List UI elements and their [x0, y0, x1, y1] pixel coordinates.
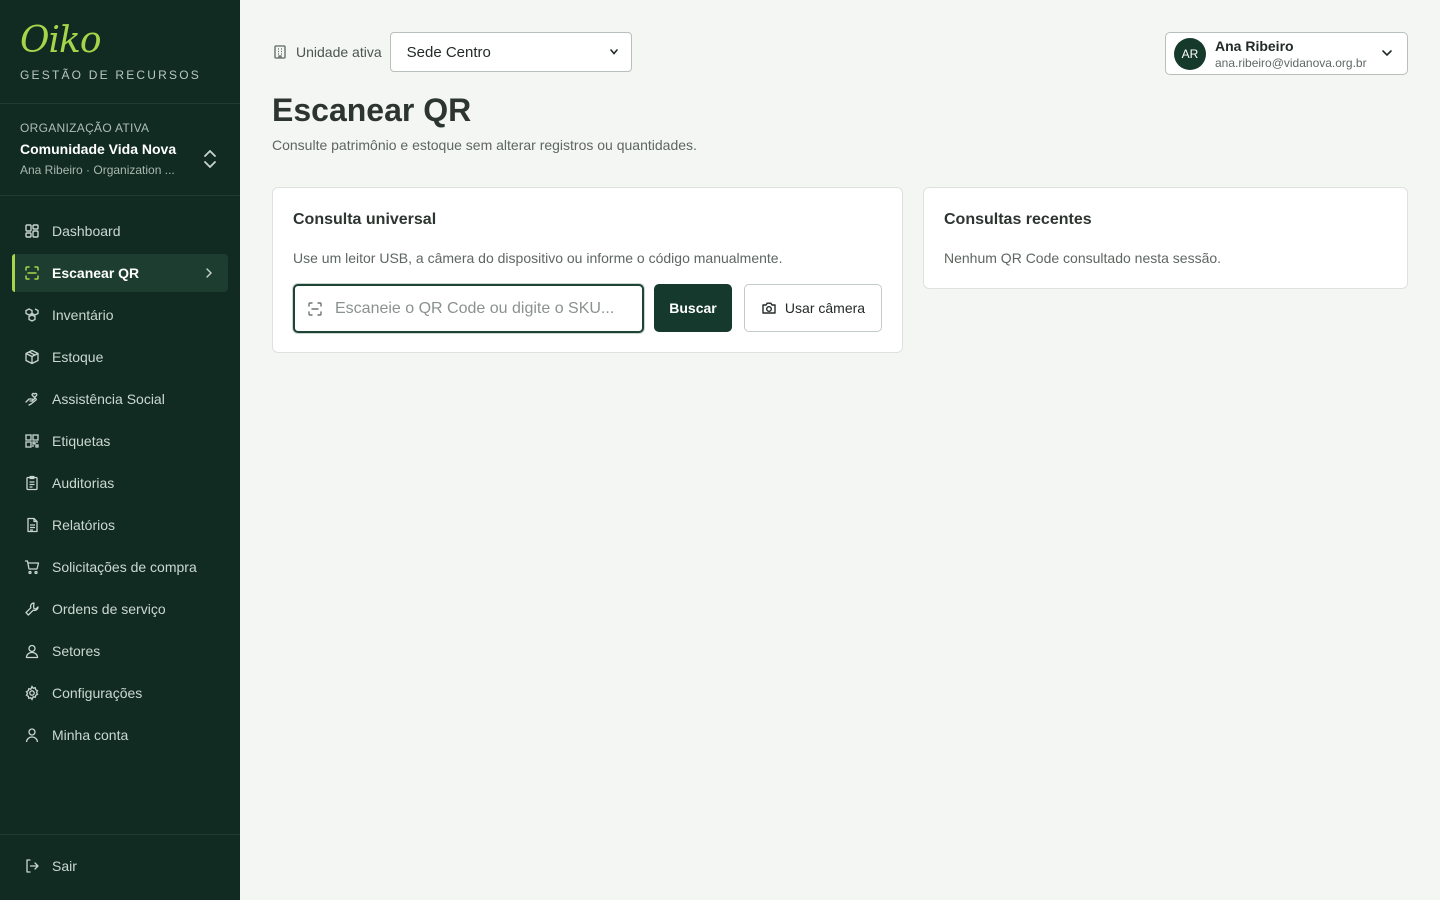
scan-input-wrapper[interactable]: [293, 284, 644, 333]
sidebar-item-escanear-qr[interactable]: Escanear QR: [12, 254, 228, 292]
lookup-card: Consulta universal Use um leitor USB, a …: [272, 187, 903, 353]
sidebar-item-assistencia-social[interactable]: Assistência Social: [12, 380, 228, 418]
unit-select-value: Sede Centro: [406, 43, 491, 61]
sidebar-item-label: Minha conta: [52, 727, 129, 743]
scan-icon: [24, 265, 40, 281]
recent-lookups-empty: Nenhum QR Code consultado nesta sessão.: [944, 250, 1222, 266]
lookup-card-title: Consulta universal: [293, 211, 437, 228]
use-camera-button[interactable]: Usar câmera: [744, 284, 882, 332]
sidebar-item-relatorios[interactable]: Relatórios: [12, 506, 228, 544]
brand: Oiko GESTÃO DE RECURSOS: [0, 0, 240, 104]
sidebar-nav: Dashboard Escanear QR Inventário Estoque: [0, 196, 240, 754]
sidebar-item-label: Assistência Social: [52, 391, 165, 407]
sidebar-item-label: Dashboard: [52, 223, 121, 239]
sidebar-item-configuracoes[interactable]: Configurações: [12, 674, 228, 712]
sidebar-item-label: Setores: [52, 643, 101, 659]
sidebar-item-inventario[interactable]: Inventário: [12, 296, 228, 334]
sidebar-item-label: Configurações: [52, 685, 143, 701]
sidebar-item-label: Auditorias: [52, 475, 115, 491]
clipboard-icon: [24, 475, 40, 491]
logout-button[interactable]: Sair: [12, 847, 228, 885]
chevron-right-icon: [206, 268, 212, 278]
chevron-down-icon: [1382, 50, 1392, 57]
sidebar-item-dashboard[interactable]: Dashboard: [12, 212, 228, 250]
chevron-down-icon: [609, 49, 618, 55]
user-menu[interactable]: AR Ana Ribeiro ana.ribeiro@vidanova.org.…: [1165, 32, 1408, 75]
sidebar-item-ordens-de-servico[interactable]: Ordens de serviço: [12, 590, 228, 628]
scan-icon: [308, 301, 322, 316]
sidebar-item-label: Relatórios: [52, 517, 116, 533]
chevrons-up-down-icon[interactable]: [202, 148, 218, 170]
organization-switcher[interactable]: ORGANIZAÇÃO ATIVA Comunidade Vida Nova A…: [0, 104, 240, 196]
package-icon: [24, 349, 40, 365]
avatar: AR: [1174, 37, 1206, 70]
lookup-card-description: Use um leitor USB, a câmera do dispositi…: [293, 250, 783, 266]
sidebar-item-estoque[interactable]: Estoque: [12, 338, 228, 376]
scan-input[interactable]: [335, 299, 635, 318]
sidebar-item-label: Inventário: [52, 307, 114, 323]
recent-lookups-card: Consultas recentes Nenhum QR Code consul…: [923, 187, 1408, 289]
hand-heart-icon: [24, 391, 40, 407]
organization-name: Comunidade Vida Nova: [20, 141, 177, 157]
sidebar: Oiko GESTÃO DE RECURSOS ORGANIZAÇÃO ATIV…: [0, 0, 240, 900]
brand-logo[interactable]: Oiko: [20, 22, 220, 60]
users-icon: [24, 643, 40, 659]
sidebar-item-label: Ordens de serviço: [52, 601, 166, 617]
unit-select[interactable]: Sede Centro: [389, 32, 632, 72]
cart-icon: [24, 559, 40, 575]
organization-subtitle: Ana Ribeiro · Organization ...: [20, 163, 175, 177]
sidebar-item-minha-conta[interactable]: Minha conta: [12, 716, 228, 754]
search-button[interactable]: Buscar: [654, 284, 732, 332]
logout-icon: [24, 858, 40, 874]
sidebar-item-auditorias[interactable]: Auditorias: [12, 464, 228, 502]
sidebar-item-label: Escanear QR: [52, 265, 140, 281]
sidebar-item-solicitacoes-de-compra[interactable]: Solicitações de compra: [12, 548, 228, 586]
topbar: Unidade ativa Sede Centro: [272, 32, 632, 72]
sidebar-item-label: Etiquetas: [52, 433, 111, 449]
use-camera-label: Usar câmera: [784, 300, 866, 316]
organization-label: ORGANIZAÇÃO ATIVA: [20, 121, 150, 135]
logout-label: Sair: [52, 858, 77, 874]
boxes-icon: [24, 307, 40, 323]
unit-label: Unidade ativa: [272, 44, 382, 60]
logout-area: Sair: [0, 834, 240, 900]
user-name: Ana Ribeiro: [1215, 37, 1294, 54]
gear-icon: [24, 685, 40, 701]
user-email: ana.ribeiro@vidanova.org.br: [1215, 55, 1367, 70]
qr-code-icon: [24, 433, 40, 449]
page-subtitle: Consulte patrimônio e estoque sem altera…: [272, 137, 697, 153]
page-title: Escanear QR: [272, 92, 472, 128]
sidebar-item-setores[interactable]: Setores: [12, 632, 228, 670]
wrench-icon: [24, 601, 40, 617]
user-icon: [24, 727, 40, 743]
recent-lookups-title: Consultas recentes: [944, 211, 1092, 228]
dashboard-icon: [24, 223, 40, 239]
sidebar-item-etiquetas[interactable]: Etiquetas: [12, 422, 228, 460]
unit-label-text: Unidade ativa: [296, 44, 382, 60]
user-info: Ana Ribeiro ana.ribeiro@vidanova.org.br: [1215, 38, 1367, 70]
sidebar-item-label: Solicitações de compra: [52, 559, 197, 575]
file-text-icon: [24, 517, 40, 533]
brand-subtitle: GESTÃO DE RECURSOS: [20, 68, 201, 82]
camera-icon: [762, 302, 776, 314]
sidebar-item-label: Estoque: [52, 349, 104, 365]
building-icon: [274, 45, 286, 59]
